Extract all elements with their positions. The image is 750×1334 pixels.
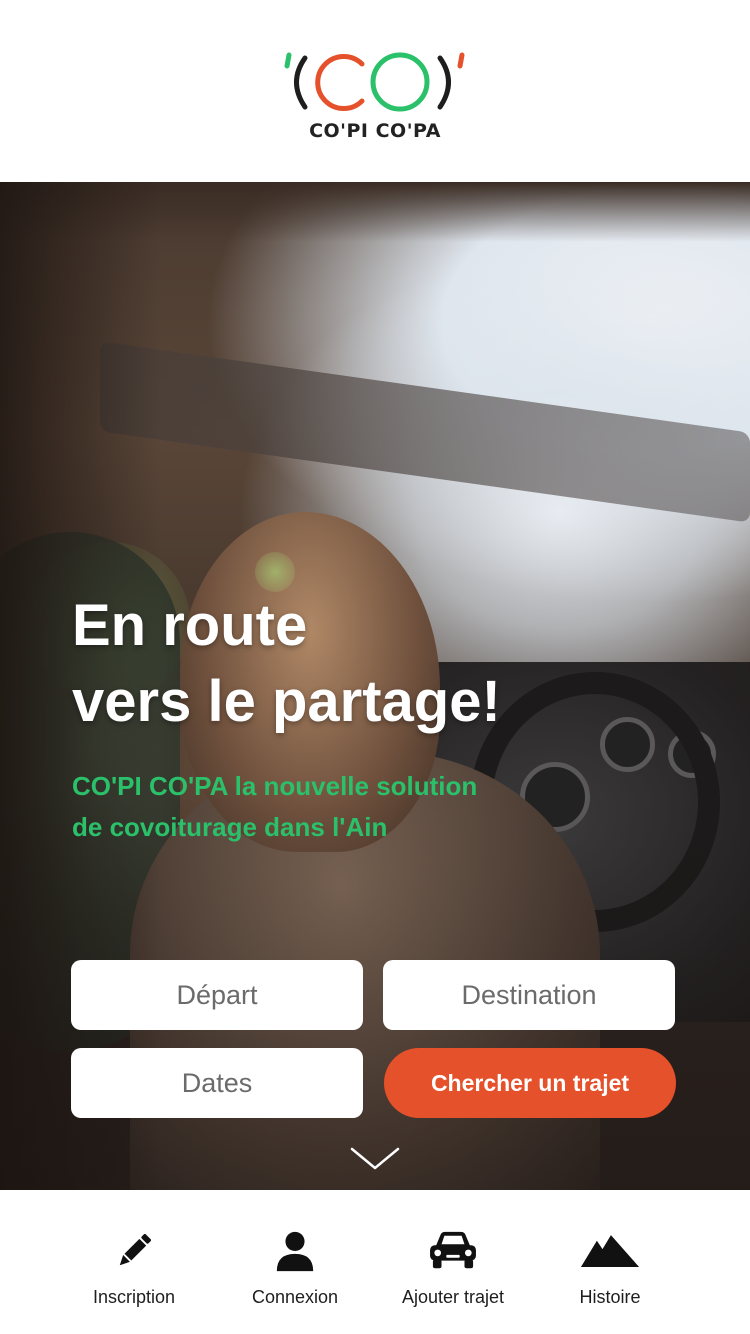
chevron-down-icon[interactable] <box>350 1146 400 1172</box>
hero-headline-line1: En route <box>72 593 308 658</box>
app-header: CO'PI CO'PA <box>0 0 750 182</box>
hero-subtitle-line1: CO'PI CO'PA la nouvelle solution <box>72 771 478 801</box>
nav-label-histoire: Histoire <box>579 1287 641 1307</box>
logo-icon[interactable] <box>0 0 750 182</box>
car-icon <box>423 1228 483 1274</box>
nav-label-connexion: Connexion <box>251 1287 339 1307</box>
pencil-icon <box>104 1228 164 1274</box>
hero-section: En route vers le partage! CO'PI CO'PA la… <box>0 182 750 1190</box>
nav-label-ajouter-trajet: Ajouter trajet <box>401 1287 505 1307</box>
hero-headline-line2: vers le partage! <box>72 669 501 734</box>
nav-item-inscription[interactable]: Inscription <box>74 1190 194 1334</box>
departure-placeholder: Départ <box>176 979 258 1010</box>
hero-subtitle-line2: de covoiturage dans l'Ain <box>72 812 388 842</box>
nav-label-inscription: Inscription <box>92 1287 176 1307</box>
destination-placeholder: Destination <box>461 979 597 1010</box>
dates-placeholder: Dates <box>181 1067 253 1098</box>
dates-input[interactable]: Dates <box>71 1048 363 1118</box>
departure-input[interactable]: Départ <box>71 960 363 1030</box>
logo-caption: CO'PI CO'PA <box>309 120 441 142</box>
search-trip-label: Chercher un trajet <box>430 1069 630 1096</box>
mountain-icon <box>580 1228 640 1274</box>
nav-item-connexion[interactable]: Connexion <box>235 1190 355 1334</box>
user-icon <box>265 1228 325 1274</box>
hero-subtitle: CO'PI CO'PA la nouvelle solution de covo… <box>72 766 632 848</box>
nav-item-ajouter-trajet[interactable]: Ajouter trajet <box>383 1190 523 1334</box>
nav-item-histoire[interactable]: Histoire <box>550 1190 670 1334</box>
bottom-navigation: Inscription Connexion Ajouter trajet His… <box>0 1190 750 1334</box>
hero-headline: En route vers le partage! <box>72 588 692 740</box>
search-trip-button[interactable]: Chercher un trajet <box>384 1048 676 1118</box>
destination-input[interactable]: Destination <box>383 960 675 1030</box>
